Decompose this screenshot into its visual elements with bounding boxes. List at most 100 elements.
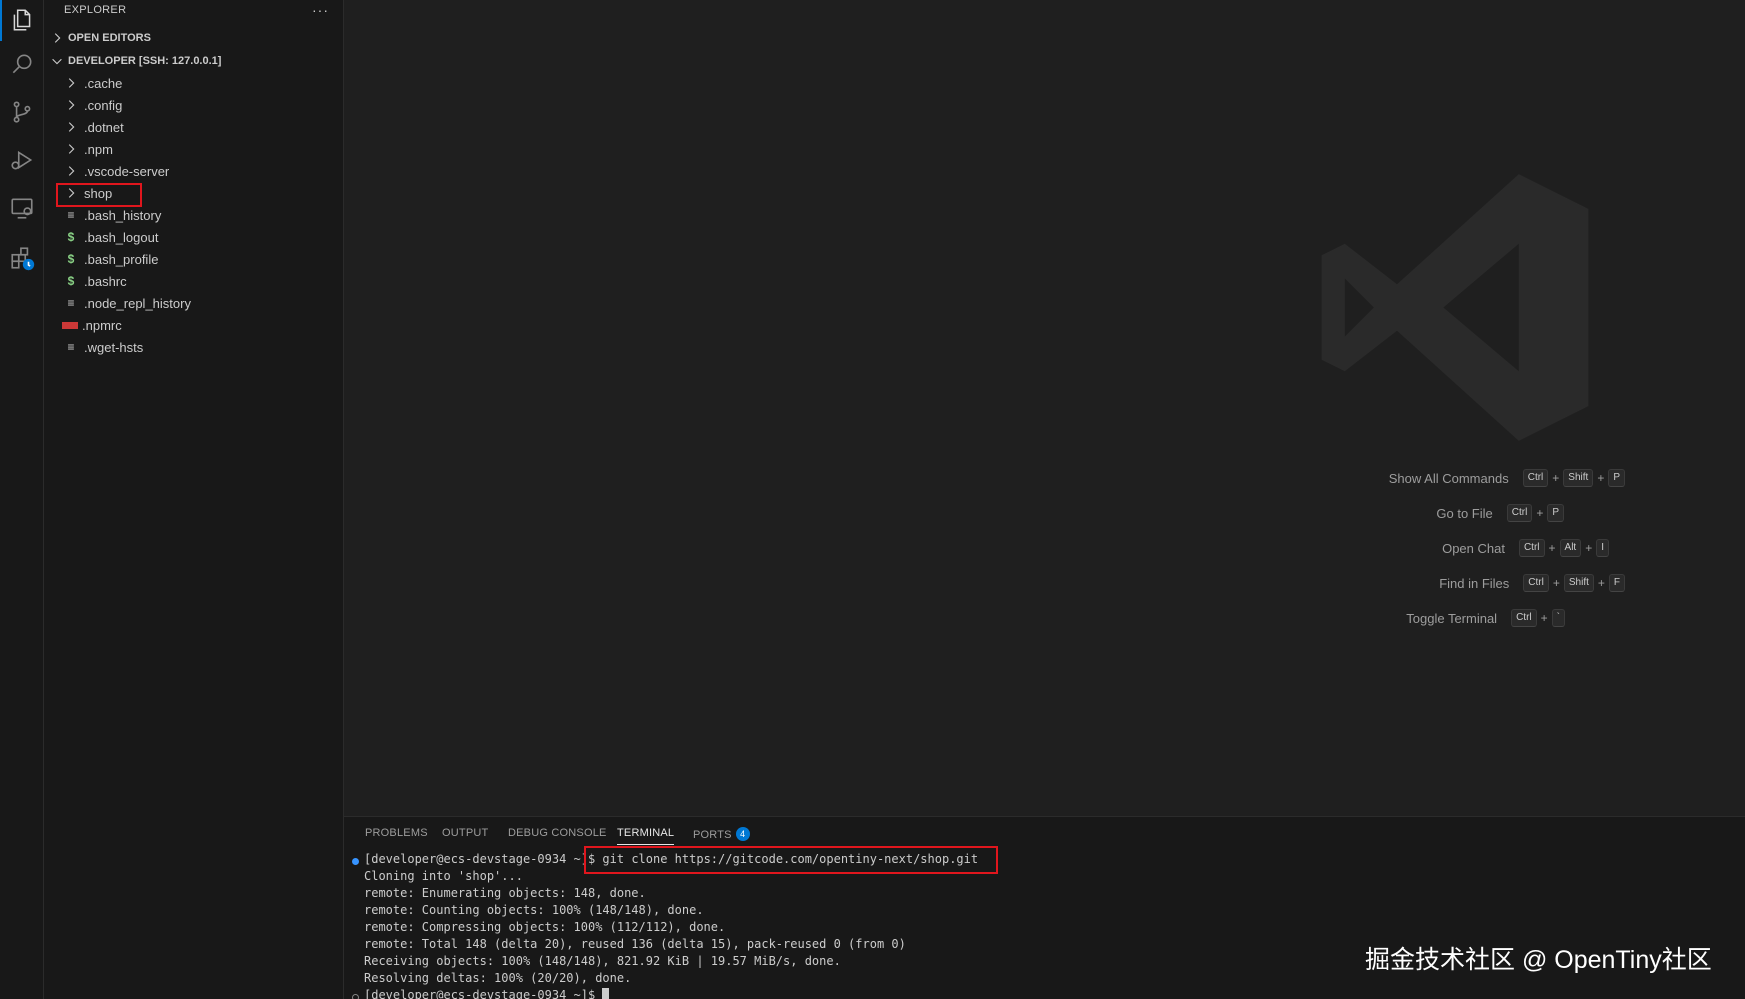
tab-terminal[interactable]: TERMINAL	[617, 827, 675, 845]
plus-separator: +	[1536, 506, 1544, 520]
plus-separator: +	[1597, 471, 1605, 485]
terminal-prompt: [developer@ecs-devstage-0934 ~]$	[364, 988, 603, 999]
folder-label: .config	[84, 97, 123, 113]
file-label: .bashrc	[84, 273, 127, 289]
key-cap: Ctrl	[1506, 504, 1533, 522]
shortcut-label: Go to File	[1436, 505, 1493, 521]
key-cap: Shift	[1563, 574, 1594, 592]
plus-separator: +	[1552, 471, 1560, 485]
file-label: .bash_history	[84, 207, 162, 223]
folder-npm[interactable]: .npm	[64, 138, 113, 160]
key-cap: P	[1608, 469, 1625, 487]
terminal-output-line: remote: Counting objects: 100% (148/148)…	[364, 903, 704, 917]
key-cap: F	[1608, 574, 1625, 592]
watermark-text: 掘金技术社区 @ OpenTiny社区	[1365, 946, 1712, 974]
command-highlight-box	[584, 846, 998, 874]
terminal-output-line: Cloning into 'shop'...	[364, 869, 523, 883]
key-cap: Shift	[1563, 469, 1594, 487]
run-debug-icon[interactable]	[8, 146, 36, 174]
plus-separator: +	[1585, 541, 1593, 555]
terminal-prompt: [developer@ecs-devstage-0934 ~]$	[364, 852, 603, 866]
shortcut-label: Show All Commands	[1388, 470, 1509, 486]
file-wget-hsts[interactable]: ≡ .wget-hsts	[64, 336, 143, 358]
tab-problems[interactable]: PROBLEMS	[365, 827, 428, 839]
tab-ports[interactable]: PORTS 4	[693, 827, 750, 841]
explorer-icon[interactable]	[0, 0, 36, 41]
chevron-right-icon	[68, 166, 75, 176]
more-actions-icon[interactable]: ···	[312, 2, 329, 18]
file-label: .bash_logout	[84, 229, 159, 245]
remote-explorer-icon[interactable]	[8, 194, 36, 222]
tab-debug-console[interactable]: DEBUG CONSOLE	[508, 827, 607, 839]
shell-file-icon: $	[67, 252, 75, 266]
search-icon[interactable]	[8, 50, 36, 78]
file-label: .node_repl_history	[84, 295, 191, 311]
chevron-right-icon	[54, 33, 61, 43]
key-cap: I	[1596, 539, 1609, 557]
plus-separator: +	[1540, 611, 1548, 625]
file-bash-logout[interactable]: $ .bash_logout	[64, 226, 159, 248]
file-npmrc[interactable]: .npmrc	[62, 314, 122, 336]
folder-vscode-server[interactable]: .vscode-server	[64, 160, 169, 182]
plus-separator: +	[1548, 541, 1556, 555]
folder-label: .cache	[84, 75, 123, 91]
command-success-dot	[352, 858, 359, 865]
chevron-right-icon	[68, 100, 75, 110]
key-cap: `	[1551, 609, 1565, 627]
open-editors-section[interactable]: OPEN EDITORS	[50, 28, 151, 48]
text-file-icon: ≡	[67, 208, 75, 222]
sidebar-title: EXPLORER	[64, 4, 127, 16]
file-node-repl-history[interactable]: ≡ .node_repl_history	[64, 292, 191, 314]
folder-config[interactable]: .config	[64, 94, 122, 116]
terminal-input-line[interactable]: [developer@ecs-devstage-0934 ~]$	[364, 988, 610, 999]
shortcut-show-all-commands: Show All Commands Ctrl + Shift + P	[1389, 467, 1625, 489]
source-control-icon[interactable]	[8, 98, 36, 126]
tab-ports-label: PORTS	[693, 829, 732, 841]
folder-label: .vscode-server	[84, 163, 170, 179]
chevron-right-icon	[68, 78, 75, 88]
open-editors-label: OPEN EDITORS	[68, 32, 151, 44]
terminal-output-line: remote: Compressing objects: 100% (112/1…	[364, 920, 726, 934]
text-file-icon: ≡	[67, 296, 75, 310]
file-bash-history[interactable]: ≡ .bash_history	[64, 204, 161, 226]
file-label: .bash_profile	[84, 251, 159, 267]
vscode-logo-icon	[1321, 174, 1589, 441]
editor-area: Show All Commands Ctrl + Shift + P Go to…	[344, 0, 1745, 816]
activity-bar	[0, 0, 44, 999]
workspace-label: DEVELOPER [SSH: 127.0.0.1]	[68, 55, 222, 67]
shortcut-label: Open Chat	[1442, 540, 1505, 556]
shortcut-label: Find in Files	[1439, 575, 1510, 591]
folder-cache[interactable]: .cache	[64, 72, 122, 94]
tab-output[interactable]: OUTPUT	[442, 827, 488, 839]
terminal-cursor	[602, 988, 610, 999]
plus-separator: +	[1552, 576, 1560, 590]
folder-label: .dotnet	[84, 119, 124, 135]
key-cap: Alt	[1559, 539, 1582, 557]
key-cap: Ctrl	[1523, 574, 1549, 592]
extensions-icon[interactable]	[8, 244, 36, 272]
chevron-right-icon	[68, 144, 75, 154]
shortcut-toggle-terminal: Toggle Terminal Ctrl + `	[1406, 607, 1565, 629]
folder-label: .npm	[84, 141, 113, 157]
plus-separator: +	[1597, 576, 1605, 590]
shortcut-find-in-files: Find in Files Ctrl + Shift + F	[1439, 572, 1625, 594]
file-label: .wget-hsts	[84, 339, 144, 355]
shortcut-label: Toggle Terminal	[1406, 610, 1498, 626]
shell-file-icon: $	[67, 230, 75, 244]
ports-count-badge: 4	[735, 827, 750, 841]
key-cap: Ctrl	[1518, 539, 1545, 557]
terminal-output-line: Resolving deltas: 100% (20/20), done.	[364, 971, 632, 985]
workspace-section[interactable]: DEVELOPER [SSH: 127.0.0.1]	[50, 51, 221, 71]
key-cap: Ctrl	[1522, 469, 1549, 487]
idle-prompt-dot	[352, 994, 359, 999]
file-label: .npmrc	[82, 317, 122, 333]
text-file-icon: ≡	[67, 340, 75, 354]
shell-file-icon: $	[67, 274, 75, 288]
chevron-right-icon	[68, 122, 75, 132]
folder-dotnet[interactable]: .dotnet	[64, 116, 124, 138]
file-bashrc[interactable]: $ .bashrc	[64, 270, 127, 292]
file-bash-profile[interactable]: $ .bash_profile	[64, 248, 159, 270]
terminal-output-line: remote: Total 148 (delta 20), reused 136…	[364, 937, 906, 951]
shortcut-open-chat: Open Chat Ctrl + Alt + I	[1442, 537, 1609, 559]
shortcut-go-to-file: Go to File Ctrl + P	[1436, 502, 1564, 524]
